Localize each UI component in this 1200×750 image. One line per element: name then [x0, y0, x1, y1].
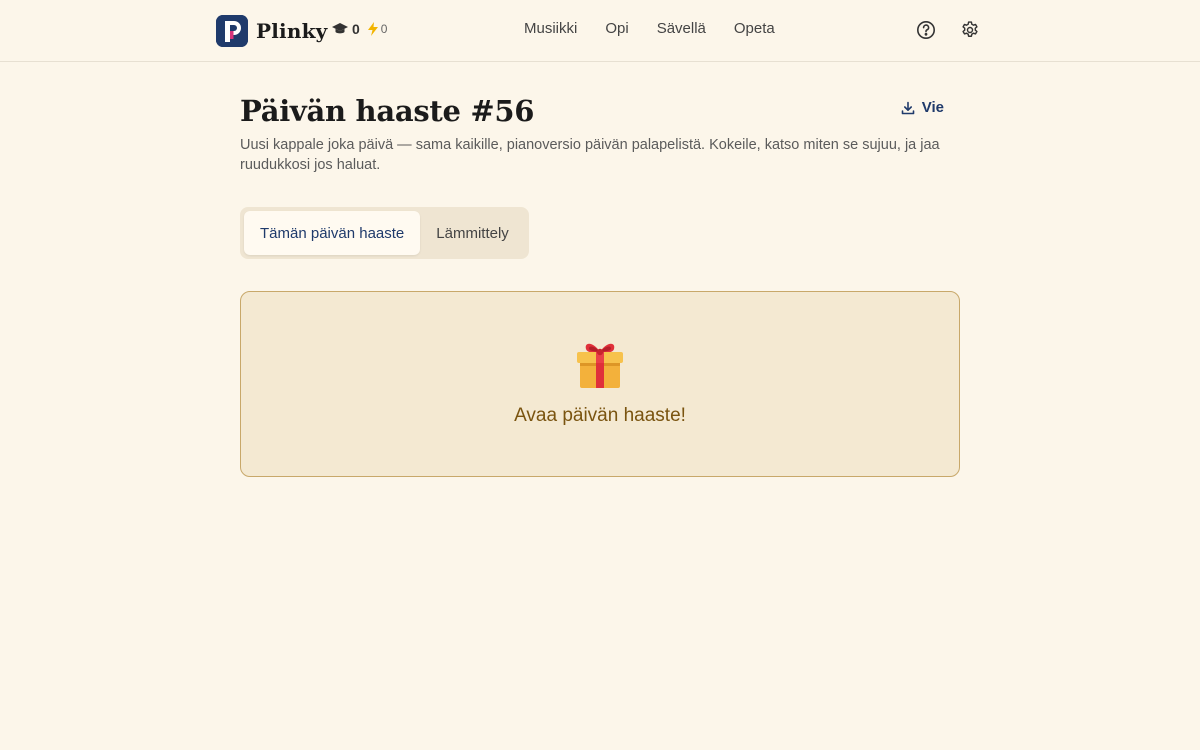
top-navigation-bar: Plinky 0 0 Musiikki Opi Sävellä Opeta — [0, 0, 1200, 62]
brand-name: Plinky — [256, 19, 328, 43]
brand[interactable]: Plinky — [216, 15, 327, 47]
streak-value: 0 — [380, 22, 388, 36]
nav-item-opeta[interactable]: Opeta — [734, 20, 775, 37]
header-actions — [915, 19, 981, 41]
main-content: Päivän haaste #56 Vie Uusi kappale joka … — [240, 92, 960, 477]
download-icon — [901, 101, 915, 114]
export-label: Vie — [921, 99, 944, 116]
page-title: Päivän haaste #56 — [240, 94, 535, 128]
streak-stat: 0 — [366, 22, 388, 36]
xp-value: 0 — [352, 21, 360, 37]
open-challenge-card[interactable]: Avaa päivän haaste! — [240, 291, 960, 477]
help-button[interactable] — [915, 19, 937, 41]
settings-button[interactable] — [959, 19, 981, 41]
xp-stat: 0 — [332, 21, 360, 37]
tab-warmup[interactable]: Lämmittely — [420, 211, 525, 255]
plinky-logo-icon — [216, 15, 248, 47]
title-row: Päivän haaste #56 Vie — [240, 92, 960, 132]
open-challenge-label: Avaa päivän haaste! — [514, 405, 686, 426]
export-button[interactable]: Vie — [901, 99, 944, 116]
nav-item-savella[interactable]: Sävellä — [657, 20, 706, 37]
lightning-icon — [366, 22, 380, 36]
page-subtitle: Uusi kappale joka päivä — sama kaikille,… — [240, 137, 940, 173]
tab-todays-challenge[interactable]: Tämän päivän haaste — [244, 211, 421, 255]
nav-item-musiikki[interactable]: Musiikki — [524, 20, 577, 37]
gift-icon — [573, 337, 627, 396]
graduation-cap-icon — [332, 22, 348, 36]
nav-item-opi[interactable]: Opi — [605, 20, 628, 37]
user-stats: 0 0 — [332, 21, 387, 37]
challenge-tabs: Tämän päivän haaste Lämmittely — [240, 207, 529, 259]
main-nav: Musiikki Opi Sävellä Opeta — [524, 20, 775, 37]
gear-icon — [962, 21, 978, 37]
question-circle-icon — [917, 21, 935, 39]
